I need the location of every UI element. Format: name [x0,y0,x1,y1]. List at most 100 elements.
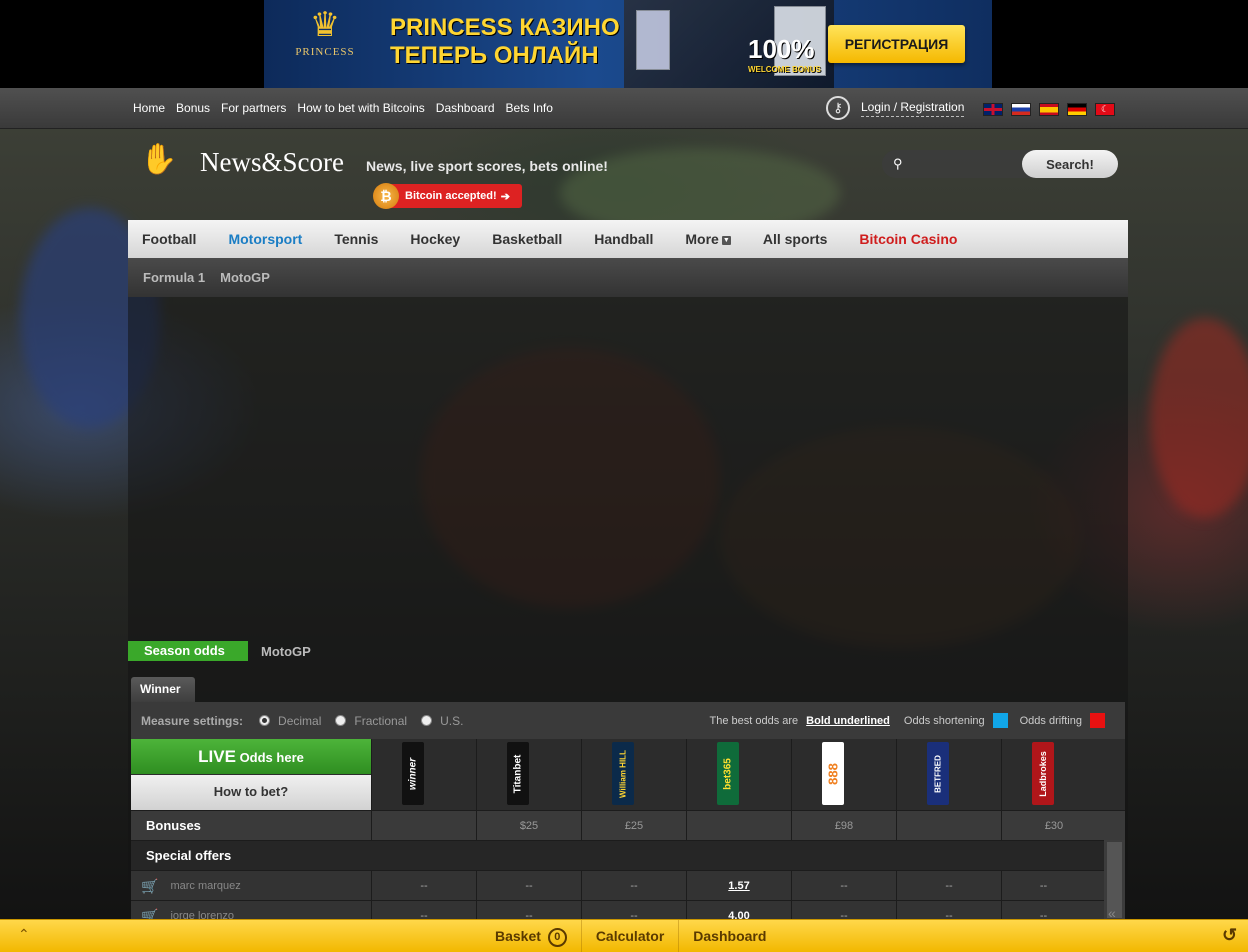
odds-cell-best[interactable]: 1.57 [686,871,791,900]
live-sub-label: Odds here [239,750,304,765]
nav-handball[interactable]: Handball [580,231,671,247]
ad-title: PRINCESS КАЗИНО ТЕПЕРЬ ОНЛАЙН [390,14,620,70]
nav-basketball[interactable]: Basketball [478,231,580,247]
bookmaker-titanbet[interactable]: Titanbet [476,739,581,810]
bookmaker-winner[interactable]: winner [371,739,476,810]
live-odds-button[interactable]: LIVE Odds here [131,739,371,774]
bookmaker-888[interactable]: 888 [791,739,896,810]
bookmaker-logo: winner [407,757,419,790]
nav-football[interactable]: Football [128,231,214,247]
bookmaker-william-hill[interactable]: William HILL [581,739,686,810]
sport-navigation: Football Motorsport Tennis Hockey Basket… [128,220,1128,258]
odds-table: LIVE Odds here How to bet? winner Titanb… [131,739,1125,930]
login-link[interactable]: ⚷ Login / Registration [826,96,965,120]
nav-link-partners[interactable]: For partners [221,101,286,115]
odds-cell[interactable]: -- [476,871,581,900]
bookmakers-row: LIVE Odds here How to bet? winner Titanb… [131,739,1125,810]
dropdown-caret-icon: ▼ [721,235,731,245]
crown-logo-icon: ♛ PRINCESS [286,6,364,82]
nav-link-bonus[interactable]: Bonus [176,101,210,115]
basket-button[interactable]: Basket 0 [481,920,581,952]
bonuses-label: Bonuses [146,818,201,833]
odds-cell[interactable]: -- [371,871,476,900]
subnav-formula1[interactable]: Formula 1 [143,270,205,285]
language-flags: ☾ [983,103,1115,116]
runner-name: marc marquez [170,879,241,892]
site-logo[interactable]: ✋ News&Score [140,140,344,184]
login-label: Login / Registration [861,100,965,117]
bitcoin-icon: ₿ [373,183,399,209]
bookmaker-logo: William HILL [618,749,628,798]
table-row: 🛒 marc marquez -- -- -- 1.57 -- -- -- [131,870,1125,900]
nav-hockey[interactable]: Hockey [396,231,478,247]
special-offers-label: Special offers [146,848,232,863]
decimal-label: Decimal [278,713,322,728]
arrow-right-icon: ➔ [500,190,510,203]
how-to-bet-button[interactable]: How to bet? [131,775,371,810]
legend-drifting: Odds drifting [1019,714,1082,727]
turkey-flag-icon[interactable]: ☾ [1095,103,1115,116]
add-to-basket-icon[interactable]: 🛒 [141,871,158,901]
nav-more[interactable]: More ▼ [671,231,748,247]
ad-register-button[interactable]: РЕГИСТРАЦИЯ [828,25,965,63]
odds-cell[interactable]: -- [791,871,896,900]
odds-cell[interactable]: -- [1001,871,1085,900]
live-label: LIVE [198,747,236,766]
search-button[interactable]: Search! [1022,150,1118,178]
nav-link-bitcoin-howto[interactable]: How to bet with Bitcoins [297,101,424,115]
bookmaker-logo: Titanbet [512,754,524,793]
bonus-cell[interactable]: $25 [476,811,581,840]
odds-cell[interactable]: -- [581,871,686,900]
legend-bold: Bold underlined [806,714,890,727]
calculator-button[interactable]: Calculator [580,920,678,952]
nav-link-home[interactable]: Home [133,101,165,115]
bonus-cell[interactable]: £98 [791,811,896,840]
bookmaker-logo: bet365 [722,757,734,790]
top-links: Home Bonus For partners How to bet with … [133,101,564,115]
spain-flag-icon[interactable] [1039,103,1059,116]
nav-more-label: More [685,231,719,247]
nav-motorsport[interactable]: Motorsport [214,231,320,247]
refresh-icon[interactable]: ↺ [1222,925,1237,946]
nav-link-bets-info[interactable]: Bets Info [506,101,553,115]
bonus-cell [896,811,1001,840]
nav-link-dashboard[interactable]: Dashboard [436,101,495,115]
season-odds-header: Season odds MotoGP [128,641,311,661]
uk-flag-icon[interactable] [983,103,1003,116]
search-form: ⚲ Search! [882,150,1118,178]
bookmaker-logo: Ladbrokes [1038,750,1048,797]
bottom-toolbar: ⌃ Basket 0 Calculator Dashboard ↺ [0,919,1248,952]
winner-tab[interactable]: Winner [131,677,195,702]
germany-flag-icon[interactable] [1067,103,1087,116]
bonuses-row: Bonuses $25 £25 £98 £30 [131,810,1125,840]
legend-shortening: Odds shortening [903,714,985,727]
nav-all-sports[interactable]: All sports [749,231,846,247]
bonus-cell [686,811,791,840]
bookmaker-ladbrokes[interactable]: Ladbrokes [1001,739,1106,810]
fractional-radio[interactable] [335,715,347,726]
bottom-toolbar-items: Basket 0 Calculator Dashboard [481,920,780,952]
bookmaker-betfred[interactable]: BETFRED [896,739,1001,810]
odds-cell[interactable]: -- [896,871,1001,900]
decimal-radio[interactable] [259,715,271,726]
motorbike-hand-icon: ✋ [140,143,178,176]
subnav-motogp[interactable]: MotoGP [220,270,270,285]
season-odds-tab[interactable]: Season odds [128,641,248,661]
russia-flag-icon[interactable] [1011,103,1031,116]
bitcoin-accepted-badge[interactable]: ₿ Bitcoin accepted! ➔ [373,183,522,209]
dashboard-button[interactable]: Dashboard [678,920,780,952]
ad-bonus-value: 100% [748,34,815,64]
nav-tennis[interactable]: Tennis [320,231,396,247]
bonus-cell[interactable]: £30 [1001,811,1106,840]
nav-bitcoin-casino[interactable]: Bitcoin Casino [845,231,975,247]
bitcoin-label: Bitcoin accepted! [405,190,497,202]
ad-title-line1: PRINCESS КАЗИНО [390,14,620,41]
bookmaker-bet365[interactable]: bet365 [686,739,791,810]
bonus-cell[interactable]: £25 [581,811,686,840]
bookmaker-logo: BETFRED [933,754,943,793]
us-radio[interactable] [421,715,433,726]
search-input[interactable] [882,150,1042,178]
casino-ad-banner[interactable]: ♛ PRINCESS PRINCESS КАЗИНО ТЕПЕРЬ ОНЛАЙН… [264,0,992,88]
search-icon: ⚲ [893,156,903,171]
scroll-up-icon[interactable]: ⌃ [18,926,30,943]
